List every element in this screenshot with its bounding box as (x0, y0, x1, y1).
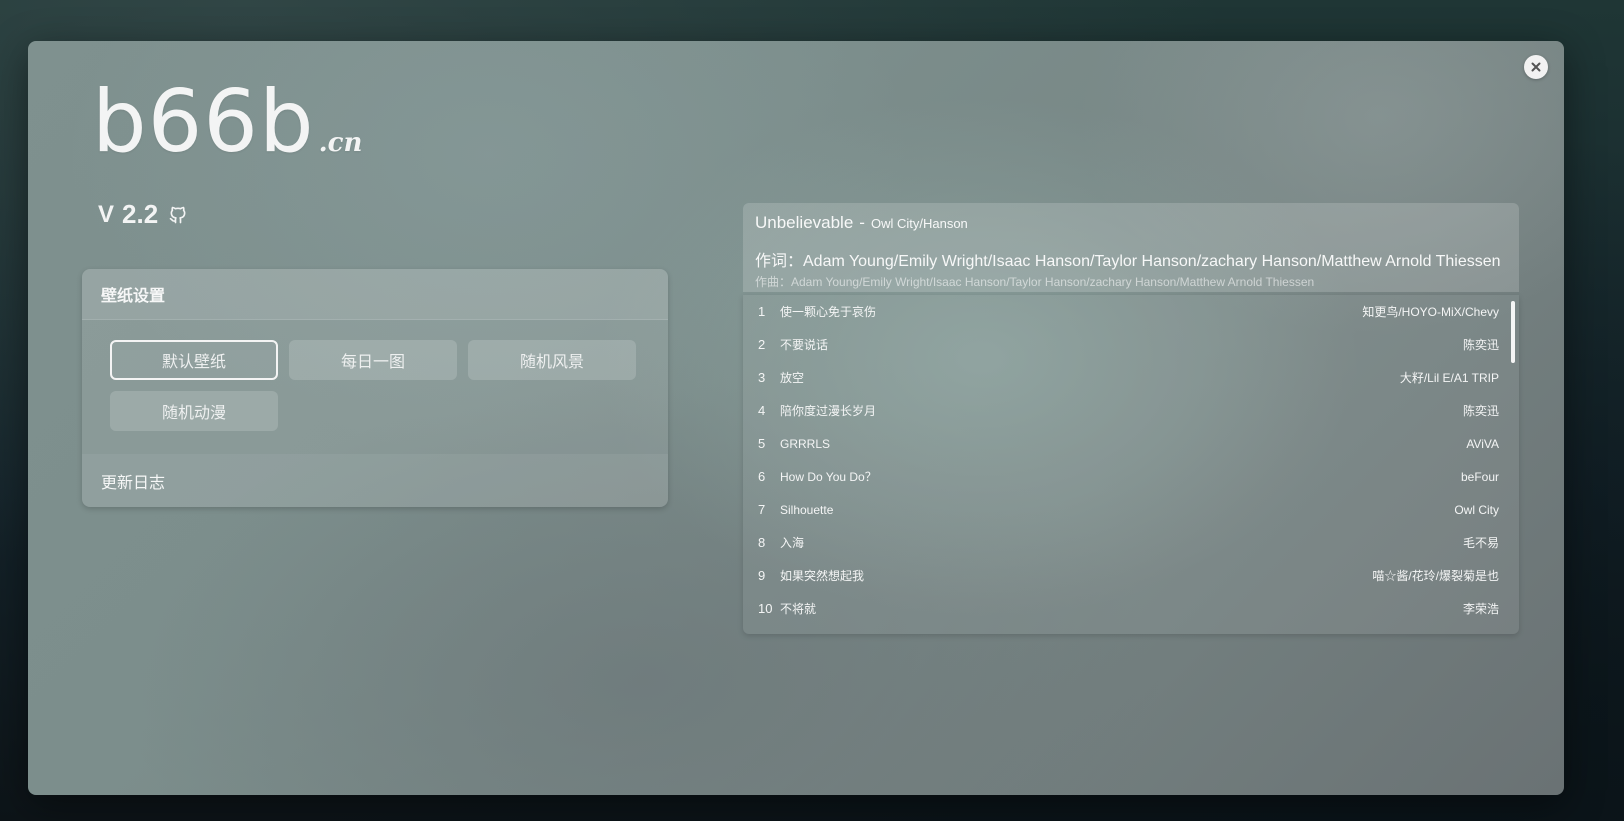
version-prefix: V (98, 200, 115, 228)
track-number: 5 (758, 436, 766, 451)
playlist-item[interactable]: 8 入海 毛不易 (743, 526, 1519, 559)
track-title: 如果突然想起我 (780, 569, 865, 583)
wallpaper-landscape-button[interactable]: 随机风景 (468, 340, 636, 380)
logo-main-text: b66b (92, 72, 315, 172)
wallpaper-default-button[interactable]: 默认壁纸 (110, 340, 278, 380)
logo-suffix-text: .cn (318, 128, 363, 158)
track-artist: 毛不易 (1462, 536, 1499, 550)
changelog-link[interactable]: 更新日志 (82, 454, 668, 507)
playlist-item[interactable]: 4 陪你度过漫长岁月 陈奕迅 (743, 394, 1519, 427)
track-artist: 陈奕迅 (1462, 404, 1499, 418)
now-playing-artist: Owl City/Hanson (870, 216, 968, 231)
track-number: 6 (758, 469, 766, 484)
wallpaper-options: 默认壁纸 每日一图 随机风景 随机动漫 (82, 320, 668, 454)
site-logo: b66b .cn (92, 79, 362, 165)
track-number: 1 (758, 304, 766, 319)
track-artist: 大籽/Lil E/A1 TRIP (1399, 371, 1499, 385)
track-number: 2 (758, 337, 766, 352)
track-title: How Do You Do？ (780, 470, 877, 484)
playlist-item[interactable]: 7 Silhouette Owl City (743, 493, 1519, 526)
playlist-scrollbar[interactable] (1511, 301, 1515, 363)
track-artist: AViVA (1466, 436, 1499, 451)
playlist-item[interactable]: 10 不将就 李荣浩 (743, 592, 1519, 625)
track-number: 9 (758, 568, 766, 583)
track-title: GRRRLS (780, 436, 831, 451)
track-number: 10 (758, 601, 773, 616)
track-title: 放空 (780, 371, 805, 385)
track-artist: 陈奕迅 (1462, 338, 1499, 352)
track-artist: beFour (1460, 469, 1499, 484)
track-artist: 知更鸟/HOYO-MiX/Chevy (1362, 305, 1499, 319)
now-playing-panel: Unbelievable - Owl City/Hanson 作词：Adam Y… (743, 203, 1519, 292)
playlist: 1 使一颗心免于哀伤 知更鸟/HOYO-MiX/Chevy 2 不要说话 陈奕迅… (743, 295, 1519, 634)
version-info: V 2.2 (98, 199, 188, 230)
now-playing-separator: - (859, 213, 865, 232)
track-title: 入海 (780, 536, 805, 550)
lyric-next-line: 作曲：Adam Young/Emily Wright/Isaac Hanson/… (755, 275, 1315, 289)
close-button[interactable] (1524, 55, 1548, 79)
track-artist: 李荣浩 (1462, 602, 1499, 616)
track-number: 3 (758, 370, 766, 385)
track-title: Silhouette (780, 502, 834, 517)
playlist-item[interactable]: 5 GRRRLS AViVA (743, 427, 1519, 460)
wallpaper-anime-button[interactable]: 随机动漫 (110, 391, 278, 431)
track-title: 使一颗心免于哀伤 (780, 305, 877, 319)
track-title: 陪你度过漫长岁月 (780, 404, 877, 418)
now-playing-title-line: Unbelievable - Owl City/Hanson (755, 213, 1507, 233)
wallpaper-settings-title: 壁纸设置 (82, 269, 668, 320)
playlist-item[interactable]: 1 使一颗心免于哀伤 知更鸟/HOYO-MiX/Chevy (743, 295, 1519, 328)
track-number: 4 (758, 403, 766, 418)
track-title: 不将就 (780, 602, 817, 616)
track-number: 7 (758, 502, 766, 517)
settings-modal: b66b .cn V 2.2 壁纸设置 默认壁纸 每日一图 随机风景 随机动漫 … (28, 41, 1564, 795)
wallpaper-daily-button[interactable]: 每日一图 (289, 340, 457, 380)
lyric-current-line: 作词：Adam Young/Emily Wright/Isaac Hanson/… (755, 253, 1501, 270)
version-number: 2.2 (122, 199, 159, 229)
close-icon (1531, 62, 1541, 72)
playlist-item[interactable]: 2 不要说话 陈奕迅 (743, 328, 1519, 361)
wallpaper-settings-card: 壁纸设置 默认壁纸 每日一图 随机风景 随机动漫 更新日志 (82, 269, 668, 507)
playlist-item[interactable]: 6 How Do You Do？ beFour (743, 460, 1519, 493)
playlist-item[interactable]: 3 放空 大籽/Lil E/A1 TRIP (743, 361, 1519, 394)
github-icon[interactable] (168, 205, 188, 225)
playlist-item[interactable]: 9 如果突然想起我 喵☆酱/花玲/爆裂菊是也 (743, 559, 1519, 592)
track-number: 8 (758, 535, 766, 550)
track-artist: Owl City (1454, 502, 1499, 517)
track-artist: 喵☆酱/花玲/爆裂菊是也 (1372, 569, 1499, 583)
now-playing-title: Unbelievable (755, 213, 854, 232)
track-title: 不要说话 (780, 338, 829, 352)
